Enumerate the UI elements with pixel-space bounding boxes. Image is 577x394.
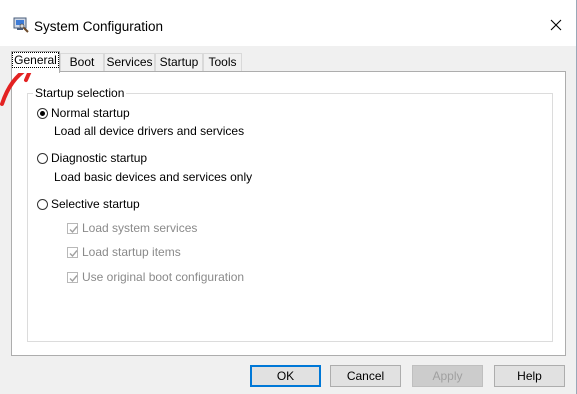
system-configuration-icon bbox=[13, 17, 29, 33]
tab-services[interactable]: Services bbox=[104, 53, 155, 72]
load-system-services-checkbox[interactable]: Load system services bbox=[67, 221, 197, 235]
use-original-boot-config-label: Use original boot configuration bbox=[82, 270, 245, 284]
tab-general[interactable]: General bbox=[11, 51, 60, 73]
title-bar: System Configuration bbox=[0, 0, 576, 46]
checkbox-disabled-checked[interactable] bbox=[67, 223, 78, 234]
tab-general-label: General bbox=[12, 52, 59, 68]
cancel-button[interactable]: Cancel bbox=[330, 365, 401, 387]
checkmark-icon bbox=[69, 226, 78, 234]
apply-button[interactable]: Apply bbox=[412, 365, 483, 387]
general-tab-panel: Startup selection Normal startup Load al… bbox=[11, 71, 566, 356]
use-original-boot-config-checkbox[interactable]: Use original boot configuration bbox=[67, 270, 244, 284]
system-configuration-window: System Configuration General Boot Servic… bbox=[0, 0, 577, 394]
tab-startup-label: Startup bbox=[159, 55, 199, 69]
load-startup-items-label: Load startup items bbox=[82, 245, 181, 259]
load-startup-items-checkbox[interactable]: Load startup items bbox=[67, 245, 181, 259]
radio-button[interactable] bbox=[37, 199, 48, 210]
tab-tools-label: Tools bbox=[208, 55, 237, 69]
tab-services-label: Services bbox=[106, 55, 153, 69]
checkbox-disabled-checked[interactable] bbox=[67, 247, 78, 258]
tab-tools[interactable]: Tools bbox=[203, 53, 242, 72]
close-icon bbox=[550, 19, 562, 31]
close-button[interactable] bbox=[540, 13, 574, 39]
tab-boot-label: Boot bbox=[69, 55, 95, 69]
ok-button[interactable]: OK bbox=[250, 365, 321, 387]
tab-startup[interactable]: Startup bbox=[155, 53, 203, 72]
radio-button[interactable] bbox=[37, 153, 48, 164]
checkbox-disabled-checked[interactable] bbox=[67, 272, 78, 283]
window-title: System Configuration bbox=[34, 19, 164, 34]
diagnostic-startup-label: Diagnostic startup bbox=[51, 151, 148, 165]
checkmark-icon bbox=[69, 275, 78, 283]
selective-startup-label: Selective startup bbox=[51, 197, 140, 211]
help-button[interactable]: Help bbox=[494, 365, 565, 387]
load-system-services-label: Load system services bbox=[82, 221, 198, 235]
diagnostic-startup-radio[interactable]: Diagnostic startup bbox=[37, 151, 147, 165]
selective-startup-radio[interactable]: Selective startup bbox=[37, 197, 140, 211]
diagnostic-startup-description: Load basic devices and services only bbox=[54, 170, 253, 184]
checkmark-icon bbox=[69, 250, 78, 258]
normal-startup-description: Load all device drivers and services bbox=[54, 124, 245, 138]
